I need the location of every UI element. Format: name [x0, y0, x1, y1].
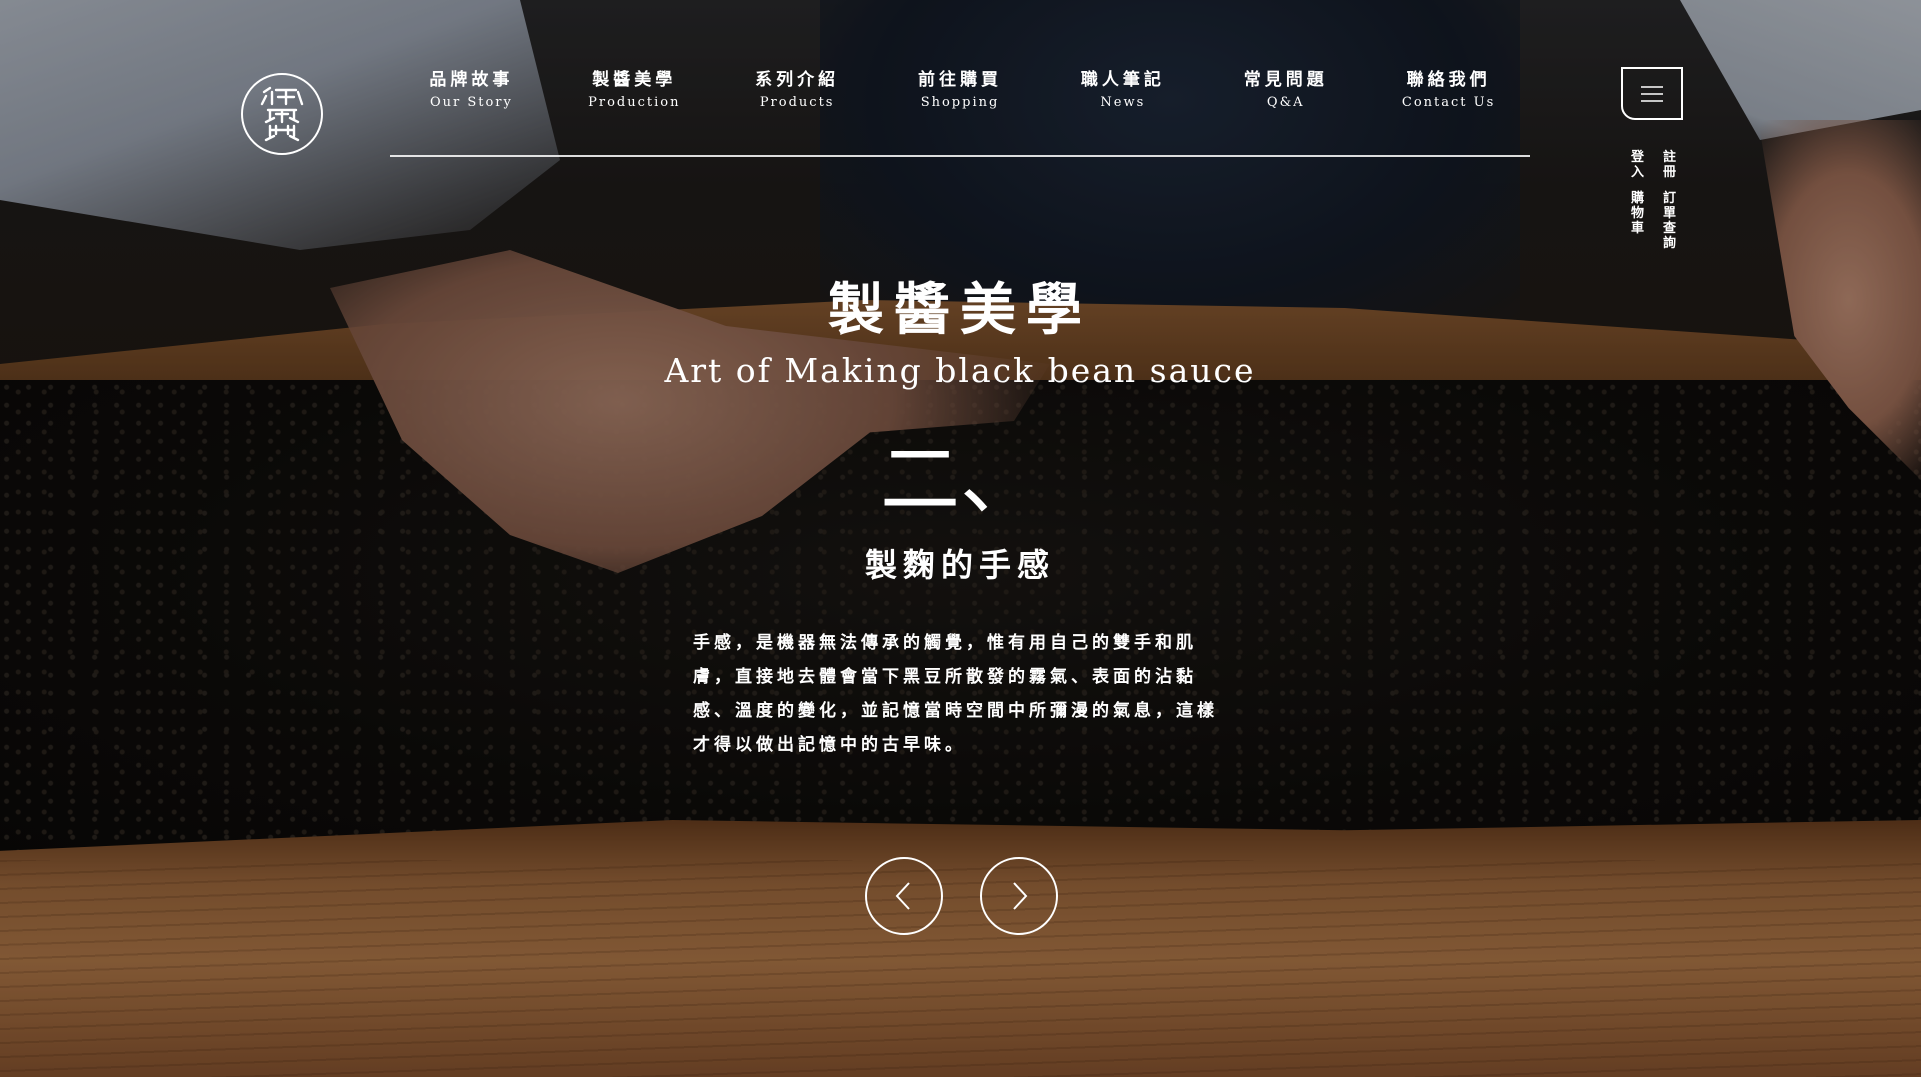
- nav-label-zh: 製醬美學: [592, 70, 677, 90]
- nav-label-zh: 聯絡我們: [1406, 70, 1491, 90]
- nav-divider: [390, 155, 1530, 157]
- chevron-right-icon: [1013, 882, 1028, 910]
- nav-label-en: Q&A: [1266, 95, 1305, 110]
- menu-button[interactable]: [1621, 67, 1683, 120]
- nav-label-zh: 前往購買: [918, 70, 1002, 90]
- login-link[interactable]: 登入: [1631, 150, 1645, 180]
- nav-shopping[interactable]: 前往購買 Shopping: [879, 70, 1042, 130]
- nav-label-zh: 職人筆記: [1080, 70, 1165, 90]
- step-number: 二、: [880, 433, 1040, 526]
- account-links: 登入 註冊 購物車 訂單查詢: [1631, 150, 1687, 270]
- nav-qa[interactable]: 常見問題 Q&A: [1204, 70, 1367, 130]
- order-lookup-link[interactable]: 訂單查詢: [1663, 191, 1677, 251]
- nav-label-en: News: [1100, 95, 1146, 110]
- prev-slide-button[interactable]: [865, 857, 943, 935]
- nav-label-zh: 常見問題: [1243, 70, 1328, 90]
- brand-seal-icon: [260, 86, 304, 142]
- main-navigation: 品牌故事 Our Story 製醬美學 Production 系列介紹 Prod…: [390, 70, 1530, 130]
- nav-contact-us[interactable]: 聯絡我們 Contact Us: [1367, 70, 1530, 130]
- nav-label-zh: 品牌故事: [429, 70, 514, 90]
- nav-products[interactable]: 系列介紹 Products: [716, 70, 879, 130]
- step-title: 製麴的手感: [864, 546, 1055, 584]
- nav-label-en: Production: [588, 95, 681, 110]
- cart-link[interactable]: 購物車: [1631, 191, 1645, 236]
- chevron-left-icon: [895, 882, 910, 910]
- nav-label-en: Shopping: [920, 95, 1000, 110]
- step-description: 手感，是機器無法傳承的觸覺，惟有用自己的雙手和肌膚，直接地去體會當下黑豆所散發的…: [693, 633, 1218, 755]
- nav-label-en: Contact Us: [1401, 95, 1496, 110]
- next-slide-button[interactable]: [980, 857, 1058, 935]
- nav-label-zh: 系列介紹: [755, 70, 840, 90]
- page-subtitle: Art of Making black bean sauce: [664, 351, 1256, 390]
- page-title: 製醬美學: [828, 277, 1092, 343]
- nav-news[interactable]: 職人筆記 News: [1041, 70, 1204, 130]
- brand-logo[interactable]: [241, 73, 323, 155]
- register-link[interactable]: 註冊: [1663, 150, 1677, 180]
- nav-label-en: Products: [759, 95, 835, 110]
- nav-label-en: Our Story: [429, 95, 513, 110]
- hamburger-icon: [1641, 85, 1663, 102]
- nav-production[interactable]: 製醬美學 Production: [553, 70, 716, 130]
- nav-our-story[interactable]: 品牌故事 Our Story: [390, 70, 553, 130]
